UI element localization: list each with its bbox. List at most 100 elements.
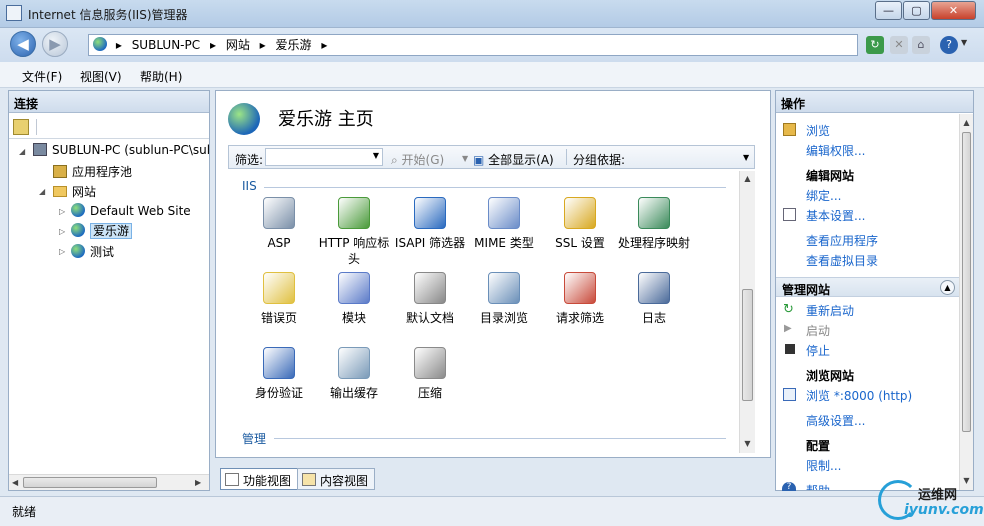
minimize-button[interactable]: — bbox=[875, 1, 902, 20]
collapse-section-icon[interactable]: ▲ bbox=[940, 280, 955, 295]
scroll-thumb[interactable] bbox=[23, 477, 157, 488]
back-button[interactable]: ◀ bbox=[10, 31, 36, 57]
action-view-applications[interactable]: 查看应用程序 bbox=[806, 232, 878, 249]
tab-features-label: 功能视图 bbox=[243, 474, 292, 488]
action-start[interactable]: 启动 bbox=[806, 322, 830, 339]
maximize-button[interactable]: ▢ bbox=[903, 1, 930, 20]
group-header-iis[interactable]: IIS bbox=[242, 179, 257, 193]
scroll-left-icon[interactable]: ◀ bbox=[12, 478, 18, 487]
collapse-server-icon[interactable]: ◢ bbox=[19, 147, 25, 156]
breadcrumb-server[interactable]: SUBLUN-PC bbox=[132, 35, 200, 55]
breadcrumb-site[interactable]: 爱乐游 bbox=[276, 35, 312, 55]
expand-icon[interactable]: ▷ bbox=[59, 207, 65, 216]
feature-item[interactable]: 处理程序映射 bbox=[615, 197, 693, 251]
scroll-thumb[interactable] bbox=[962, 132, 971, 432]
tree-app-pools[interactable]: 应用程序池 bbox=[53, 163, 132, 180]
feature-label: 日志 bbox=[641, 311, 666, 325]
group-by-label[interactable]: 分组依据: bbox=[573, 151, 625, 168]
tab-content-label: 内容视图 bbox=[320, 474, 369, 488]
feature-label: 输出缓存 bbox=[329, 386, 378, 400]
toolbar-separator bbox=[9, 138, 209, 139]
feature-label: MIME 类型 bbox=[474, 236, 534, 250]
server-icon bbox=[33, 143, 47, 156]
forward-button[interactable]: ▶ bbox=[42, 31, 68, 57]
feature-label: SSL 设置 bbox=[555, 236, 605, 250]
help-dropdown-chevron-icon[interactable]: ▼ bbox=[961, 38, 967, 47]
action-browse[interactable]: 浏览 bbox=[806, 122, 830, 139]
iis-app-icon bbox=[6, 5, 22, 21]
action-stop[interactable]: 停止 bbox=[806, 342, 830, 359]
tree-app-pools-label: 应用程序池 bbox=[72, 165, 133, 179]
feature-label: 请求筛选 bbox=[555, 311, 604, 325]
expand-icon[interactable]: ▷ bbox=[59, 227, 65, 236]
feature-item[interactable]: HTTP 响应标头 bbox=[315, 197, 393, 267]
tab-features-view[interactable]: 功能视图 bbox=[220, 468, 299, 490]
action-limits[interactable]: 限制... bbox=[806, 457, 841, 474]
scroll-right-icon[interactable]: ▶ bbox=[195, 478, 201, 487]
group-header-management[interactable]: 管理 bbox=[242, 430, 266, 447]
tree-site-default[interactable]: Default Web Site bbox=[71, 203, 191, 218]
scroll-thumb[interactable] bbox=[742, 289, 753, 401]
feature-item[interactable]: 模块 bbox=[315, 272, 393, 326]
action-bindings[interactable]: 绑定... bbox=[806, 187, 841, 204]
feature-item[interactable]: SSL 设置 bbox=[541, 197, 619, 251]
tab-content-view[interactable]: 内容视图 bbox=[297, 468, 376, 490]
filter-dropdown-icon[interactable]: ▼ bbox=[373, 151, 379, 160]
scroll-up-icon[interactable]: ▲ bbox=[960, 118, 973, 127]
menu-view[interactable]: 视图(V) bbox=[80, 68, 122, 85]
action-advanced-settings[interactable]: 高级设置... bbox=[806, 412, 865, 429]
feature-item[interactable]: 身份验证 bbox=[240, 347, 318, 401]
toolbar-overflow-icon[interactable]: ▼ bbox=[743, 153, 749, 162]
feature-label: 压缩 bbox=[417, 386, 442, 400]
menu-help[interactable]: 帮助(H) bbox=[140, 68, 182, 85]
scroll-down-icon[interactable]: ▼ bbox=[740, 439, 755, 448]
vertical-scrollbar[interactable]: ▲ ▼ bbox=[959, 114, 973, 490]
action-basic-settings[interactable]: 基本设置... bbox=[806, 207, 865, 224]
feature-item[interactable]: 输出缓存 bbox=[315, 347, 393, 401]
action-edit-permissions[interactable]: 编辑权限... bbox=[806, 142, 865, 159]
feature-item[interactable]: ASP bbox=[240, 197, 318, 251]
feature-label: 处理程序映射 bbox=[617, 236, 690, 250]
connections-panel: 连接 ◢ SUBLUN-PC (sublun-PC\sul 应用程序池 ◢ 网站… bbox=[8, 90, 210, 491]
connect-icon[interactable] bbox=[13, 119, 29, 135]
action-help[interactable]: 帮助 bbox=[806, 482, 830, 490]
filter-input[interactable]: ▼ bbox=[265, 148, 383, 166]
horizontal-scrollbar[interactable]: ◀ ▶ bbox=[9, 474, 209, 490]
tree-site-test[interactable]: 测试 bbox=[71, 243, 114, 260]
close-button[interactable]: ✕ bbox=[931, 1, 976, 20]
action-view-virtual-dirs[interactable]: 查看虚拟目录 bbox=[806, 252, 878, 269]
feature-item[interactable]: 默认文档 bbox=[391, 272, 469, 326]
feature-view-panel: 爱乐游 主页 筛选: ▼ ⌕ 开始(G) ▼ ▣ 全部显示(A) 分组依据: ▼… bbox=[215, 90, 771, 458]
modules-icon bbox=[338, 272, 370, 304]
menu-file[interactable]: 文件(F) bbox=[22, 68, 62, 85]
feature-item[interactable]: 压缩 bbox=[391, 347, 469, 401]
feature-item[interactable]: 请求筛选 bbox=[541, 272, 619, 326]
stop-icon[interactable]: ✕ bbox=[890, 36, 908, 54]
home-icon[interactable]: ⌂ bbox=[912, 36, 930, 54]
action-browse-port[interactable]: 浏览 *:8000 (http) bbox=[806, 387, 912, 404]
collapse-sites-icon[interactable]: ◢ bbox=[39, 187, 45, 196]
feature-item[interactable]: ISAPI 筛选器 bbox=[391, 197, 469, 251]
scroll-up-icon[interactable]: ▲ bbox=[740, 174, 755, 183]
action-restart[interactable]: 重新启动 bbox=[806, 302, 854, 319]
feature-item[interactable]: 目录浏览 bbox=[465, 272, 543, 326]
vertical-scrollbar[interactable]: ▲ ▼ bbox=[739, 171, 755, 453]
feature-item[interactable]: MIME 类型 bbox=[465, 197, 543, 251]
help-icon[interactable]: ? bbox=[940, 36, 958, 54]
compression-icon bbox=[414, 347, 446, 379]
feature-item[interactable]: 日志 bbox=[615, 272, 693, 326]
go-dropdown-icon[interactable]: ▼ bbox=[462, 154, 468, 163]
tree-server[interactable]: SUBLUN-PC (sublun-PC\sul bbox=[33, 143, 210, 157]
address-bar[interactable]: ▸ SUBLUN-PC ▸ 网站 ▸ 爱乐游 ▸ bbox=[88, 34, 858, 56]
refresh-icon[interactable]: ↻ bbox=[866, 36, 884, 54]
status-bar: 就绪 bbox=[0, 496, 984, 526]
tree-sites[interactable]: 网站 bbox=[53, 183, 96, 200]
breadcrumb-sites[interactable]: 网站 bbox=[226, 35, 250, 55]
show-all-button[interactable]: ▣ 全部显示(A) bbox=[473, 151, 554, 168]
expand-icon[interactable]: ▷ bbox=[59, 247, 65, 256]
settings-icon bbox=[783, 208, 796, 221]
browse-icon bbox=[783, 123, 796, 136]
tree-site-aileyou[interactable]: 爱乐游 bbox=[71, 222, 133, 239]
filter-go-button[interactable]: ⌕ 开始(G) bbox=[391, 151, 444, 168]
feature-item[interactable]: 错误页 bbox=[240, 272, 318, 326]
